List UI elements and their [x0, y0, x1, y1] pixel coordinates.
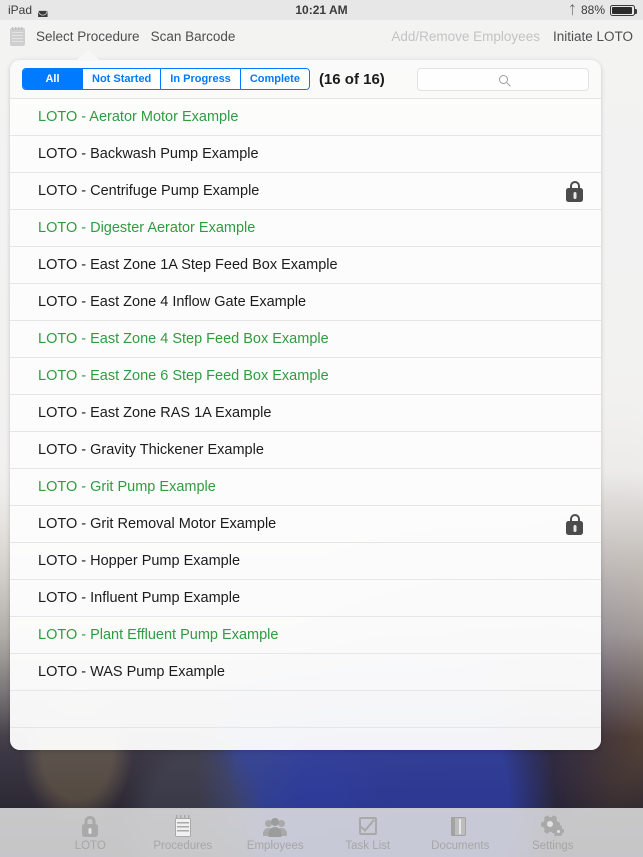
- tab-label-documents: Documents: [431, 839, 490, 852]
- lock-icon: [566, 513, 583, 535]
- initiate-loto-button[interactable]: Initiate LOTO: [553, 29, 633, 44]
- search-input[interactable]: [418, 68, 588, 90]
- procedure-row-label: LOTO - Centrifuge Pump Example: [38, 183, 260, 199]
- procedure-row-label: LOTO - Grit Removal Motor Example: [38, 516, 277, 532]
- procedure-row-label: LOTO - WAS Pump Example: [38, 664, 225, 680]
- result-count-label: (16 of 16): [318, 70, 385, 88]
- procedure-row-label: LOTO - Influent Pump Example: [38, 590, 241, 606]
- select-procedure-button[interactable]: Select Procedure: [36, 29, 140, 44]
- tab-procedures[interactable]: Procedures: [137, 814, 230, 852]
- segment-complete[interactable]: Complete: [240, 69, 309, 89]
- procedure-row[interactable]: LOTO - East Zone 4 Inflow Gate Example: [10, 284, 601, 321]
- procedure-row[interactable]: LOTO - Grit Pump Example: [10, 469, 601, 506]
- book-icon: [448, 815, 472, 838]
- tab-bar: LOTO Procedures Employees Task List Docu…: [0, 808, 643, 857]
- procedure-row[interactable]: LOTO - East Zone 1A Step Feed Box Exampl…: [10, 247, 601, 284]
- procedure-row-label: LOTO - Plant Effluent Pump Example: [38, 627, 279, 643]
- tab-label-procedures: Procedures: [153, 839, 213, 852]
- notepad-icon[interactable]: [10, 26, 25, 46]
- status-bar-time: 10:21 AM: [295, 3, 348, 17]
- tab-label-task-list: Task List: [345, 839, 391, 852]
- procedure-row[interactable]: LOTO - Influent Pump Example: [10, 580, 601, 617]
- tab-documents[interactable]: Documents: [414, 815, 507, 852]
- status-bar: iPad ◛ 10:21 AM ᛏ 88%: [0, 0, 643, 20]
- procedure-row-label: LOTO - East Zone RAS 1A Example: [38, 405, 272, 421]
- procedure-row[interactable]: LOTO - East Zone RAS 1A Example: [10, 395, 601, 432]
- device-name: iPad: [8, 3, 33, 17]
- tab-label-loto: LOTO: [74, 839, 106, 852]
- procedure-row-label: LOTO - East Zone 1A Step Feed Box Exampl…: [38, 257, 338, 273]
- lock-icon: [78, 815, 102, 838]
- tab-employees[interactable]: Employees: [229, 815, 322, 852]
- tab-loto[interactable]: LOTO: [44, 815, 137, 852]
- procedure-row-label: LOTO - East Zone 6 Step Feed Box Example: [38, 368, 329, 384]
- list-empty-row: [10, 691, 601, 728]
- gear-icon: [540, 814, 565, 838]
- select-procedure-popover: All Not Started In Progress Complete (16…: [10, 60, 601, 750]
- popover-header: All Not Started In Progress Complete (16…: [10, 60, 601, 98]
- ipad-screen: LOTO To Start, Select Procedure or Scan …: [0, 0, 643, 857]
- procedure-row-label: LOTO - East Zone 4 Step Feed Box Example: [38, 331, 329, 347]
- procedure-row[interactable]: LOTO - East Zone 6 Step Feed Box Example: [10, 358, 601, 395]
- checkbox-icon: [356, 814, 380, 838]
- notepad-icon: [171, 814, 195, 838]
- procedure-row[interactable]: LOTO - Aerator Motor Example: [10, 99, 601, 136]
- add-remove-employees-button: Add/Remove Employees: [391, 29, 540, 44]
- procedure-row[interactable]: LOTO - Backwash Pump Example: [10, 136, 601, 173]
- status-filter-segmented-control[interactable]: All Not Started In Progress Complete: [22, 68, 310, 90]
- tab-label-settings: Settings: [531, 839, 574, 852]
- procedure-row-label: LOTO - Grit Pump Example: [38, 479, 216, 495]
- bluetooth-icon: ᛏ: [568, 3, 576, 17]
- procedure-row-label: LOTO - Backwash Pump Example: [38, 146, 259, 162]
- procedure-row-label: LOTO - Digester Aerator Example: [38, 220, 256, 236]
- segment-in-progress[interactable]: In Progress: [161, 69, 241, 89]
- procedure-row-label: LOTO - Aerator Motor Example: [38, 109, 239, 125]
- people-icon: [263, 815, 288, 838]
- scan-barcode-button[interactable]: Scan Barcode: [151, 29, 236, 44]
- battery-icon: [610, 4, 637, 16]
- tab-task-list[interactable]: Task List: [322, 814, 415, 852]
- wifi-icon: ◛: [37, 3, 49, 17]
- procedure-row[interactable]: LOTO - Hopper Pump Example: [10, 543, 601, 580]
- procedure-row[interactable]: LOTO - Centrifuge Pump Example: [10, 173, 601, 210]
- procedure-row[interactable]: LOTO - Grit Removal Motor Example: [10, 506, 601, 543]
- tab-settings[interactable]: Settings: [507, 814, 600, 852]
- tab-label-employees: Employees: [246, 839, 304, 852]
- procedure-row[interactable]: LOTO - East Zone 4 Step Feed Box Example: [10, 321, 601, 358]
- segment-not-started[interactable]: Not Started: [83, 69, 162, 89]
- search-field[interactable]: [417, 67, 589, 91]
- procedure-list[interactable]: LOTO - Aerator Motor Example LOTO - Backw…: [10, 98, 601, 750]
- procedure-row[interactable]: LOTO - Digester Aerator Example: [10, 210, 601, 247]
- top-toolbar: Select Procedure Scan Barcode Add/Remove…: [0, 20, 643, 53]
- list-empty-row: [10, 728, 601, 750]
- procedure-row[interactable]: LOTO - Plant Effluent Pump Example: [10, 617, 601, 654]
- procedure-row-label: LOTO - Hopper Pump Example: [38, 553, 241, 569]
- battery-percent: 88%: [580, 3, 605, 17]
- procedure-row-label: LOTO - East Zone 4 Inflow Gate Example: [38, 294, 307, 310]
- procedure-row[interactable]: LOTO - WAS Pump Example: [10, 654, 601, 691]
- procedure-row-label: LOTO - Gravity Thickener Example: [38, 442, 264, 458]
- segment-all[interactable]: All: [23, 69, 83, 89]
- lock-icon: [566, 180, 583, 202]
- procedure-row[interactable]: LOTO - Gravity Thickener Example: [10, 432, 601, 469]
